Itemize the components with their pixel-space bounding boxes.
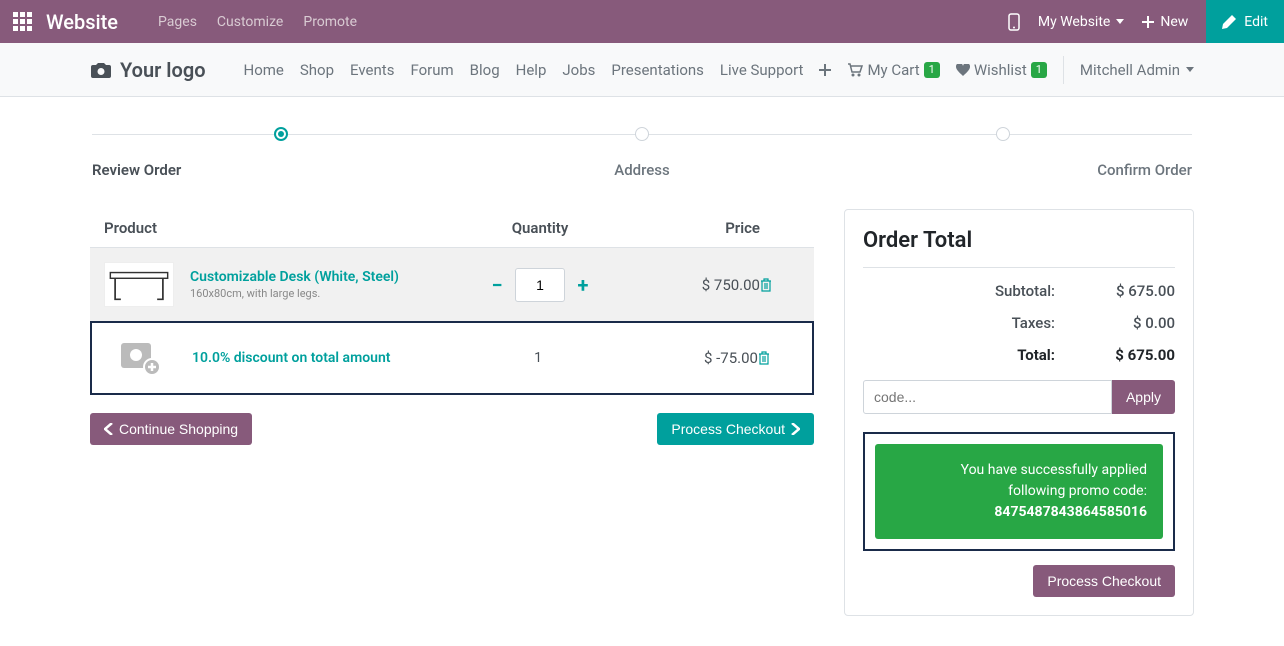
menu-pages[interactable]: Pages xyxy=(158,14,197,30)
site-header: Your logo Home Shop Events Forum Blog He… xyxy=(0,43,1284,97)
order-summary-box: Order Total Subtotal: $ 675.00 Taxes: $ … xyxy=(844,209,1194,616)
promo-success-line2: following promo code: xyxy=(891,481,1147,502)
user-name: Mitchell Admin xyxy=(1080,61,1180,79)
product-link[interactable]: Customizable Desk (White, Steel) xyxy=(190,269,399,285)
total-label: Total: xyxy=(863,346,1075,364)
header-price: Price xyxy=(620,219,760,237)
my-website-label: My Website xyxy=(1038,14,1110,30)
wizard-step-confirm[interactable]: Confirm Order xyxy=(825,127,1192,179)
app-brand[interactable]: Website xyxy=(46,10,118,34)
promo-success-line1: You have successfully applied xyxy=(891,460,1147,481)
product-description: 160x80cm, with large legs. xyxy=(190,287,399,300)
wishlist-label: Wishlist xyxy=(974,61,1027,79)
apps-icon[interactable] xyxy=(8,8,36,36)
nav-help[interactable]: Help xyxy=(516,61,547,79)
subtotal-label: Subtotal: xyxy=(863,282,1075,300)
process-checkout-label: Process Checkout xyxy=(671,421,785,437)
qty-input[interactable] xyxy=(515,268,565,302)
taxes-label: Taxes: xyxy=(863,314,1075,332)
wizard-step-review[interactable]: Review Order xyxy=(92,127,459,179)
header-quantity: Quantity xyxy=(460,219,620,237)
user-dropdown[interactable]: Mitchell Admin xyxy=(1080,61,1194,79)
nav-forum[interactable]: Forum xyxy=(410,61,453,79)
summary-title: Order Total xyxy=(863,228,1175,268)
checkout-wizard: Review Order Address Confirm Order xyxy=(90,127,1194,179)
promo-success-code: 8475487843864585016 xyxy=(891,502,1147,523)
subtotal-value: $ 675.00 xyxy=(1075,282,1175,300)
menu-customize[interactable]: Customize xyxy=(217,14,283,30)
promo-code-input[interactable] xyxy=(863,380,1112,414)
trash-icon xyxy=(758,351,770,365)
taxes-value: $ 0.00 xyxy=(1075,314,1175,332)
cart-label: My Cart xyxy=(867,61,919,79)
qty-decrease-button[interactable]: − xyxy=(487,273,507,297)
admin-top-menu: Pages Customize Promote xyxy=(158,14,357,30)
promo-link[interactable]: 10.0% discount on total amount xyxy=(192,350,391,366)
edit-label: Edit xyxy=(1244,14,1268,30)
continue-shopping-label: Continue Shopping xyxy=(119,421,238,437)
promo-success-box: You have successfully applied following … xyxy=(863,432,1175,551)
chevron-left-icon xyxy=(104,423,113,435)
plus-icon xyxy=(819,64,831,76)
cart-line-item-promo: 10.0% discount on total amount 1 $ -75.0… xyxy=(90,321,814,395)
nav-wishlist[interactable]: Wishlist 1 xyxy=(956,61,1047,79)
my-website-dropdown[interactable]: My Website xyxy=(1038,14,1124,30)
qty-increase-button[interactable]: + xyxy=(573,273,593,297)
nav-events[interactable]: Events xyxy=(350,61,394,79)
nav-add[interactable] xyxy=(819,64,831,76)
nav-blog[interactable]: Blog xyxy=(470,61,500,79)
caret-down-icon xyxy=(1116,19,1124,24)
cart-badge: 1 xyxy=(924,62,940,78)
pencil-icon xyxy=(1222,15,1236,29)
summary-checkout-button[interactable]: Process Checkout xyxy=(1033,565,1175,597)
mobile-preview-icon[interactable] xyxy=(1008,13,1020,31)
header-product: Product xyxy=(104,219,460,237)
site-logo[interactable]: Your logo xyxy=(90,58,206,82)
nav-cart[interactable]: My Cart 1 xyxy=(847,61,939,79)
cart-line-item: Customizable Desk (White, Steel) 160x80c… xyxy=(90,247,814,321)
nav-shop[interactable]: Shop xyxy=(300,61,334,79)
admin-top-nav: Website Pages Customize Promote My Websi… xyxy=(0,0,1284,43)
line-price: $ 750.00 xyxy=(620,276,760,294)
camera-icon xyxy=(90,61,112,79)
apply-promo-button[interactable]: Apply xyxy=(1112,380,1175,414)
promo-price: $ -75.00 xyxy=(618,349,758,367)
wizard-step-address[interactable]: Address xyxy=(459,127,826,179)
nav-presentations[interactable]: Presentations xyxy=(611,61,704,79)
new-button[interactable]: New xyxy=(1142,14,1188,30)
promo-qty: 1 xyxy=(458,350,618,366)
delete-promo-button[interactable] xyxy=(758,351,798,365)
divider xyxy=(1063,56,1064,84)
process-checkout-button[interactable]: Process Checkout xyxy=(657,413,814,445)
trash-icon xyxy=(760,278,772,292)
delete-line-button[interactable] xyxy=(760,278,800,292)
nav-home[interactable]: Home xyxy=(244,61,284,79)
cart-icon xyxy=(847,63,863,77)
nav-jobs[interactable]: Jobs xyxy=(562,61,595,79)
product-image xyxy=(104,262,174,307)
placeholder-image-icon xyxy=(116,337,166,379)
menu-promote[interactable]: Promote xyxy=(303,14,357,30)
cart-header-row: Product Quantity Price xyxy=(90,209,814,247)
continue-shopping-button[interactable]: Continue Shopping xyxy=(90,413,252,445)
edit-button[interactable]: Edit xyxy=(1206,0,1284,43)
chevron-right-icon xyxy=(791,423,800,435)
total-value: $ 675.00 xyxy=(1075,346,1175,364)
new-label: New xyxy=(1160,14,1188,30)
heart-icon xyxy=(956,64,970,76)
logo-text: Your logo xyxy=(120,58,206,82)
nav-live-support[interactable]: Live Support xyxy=(720,61,804,79)
plus-icon xyxy=(1142,16,1154,28)
wishlist-badge: 1 xyxy=(1031,62,1047,78)
caret-down-icon xyxy=(1186,67,1194,72)
